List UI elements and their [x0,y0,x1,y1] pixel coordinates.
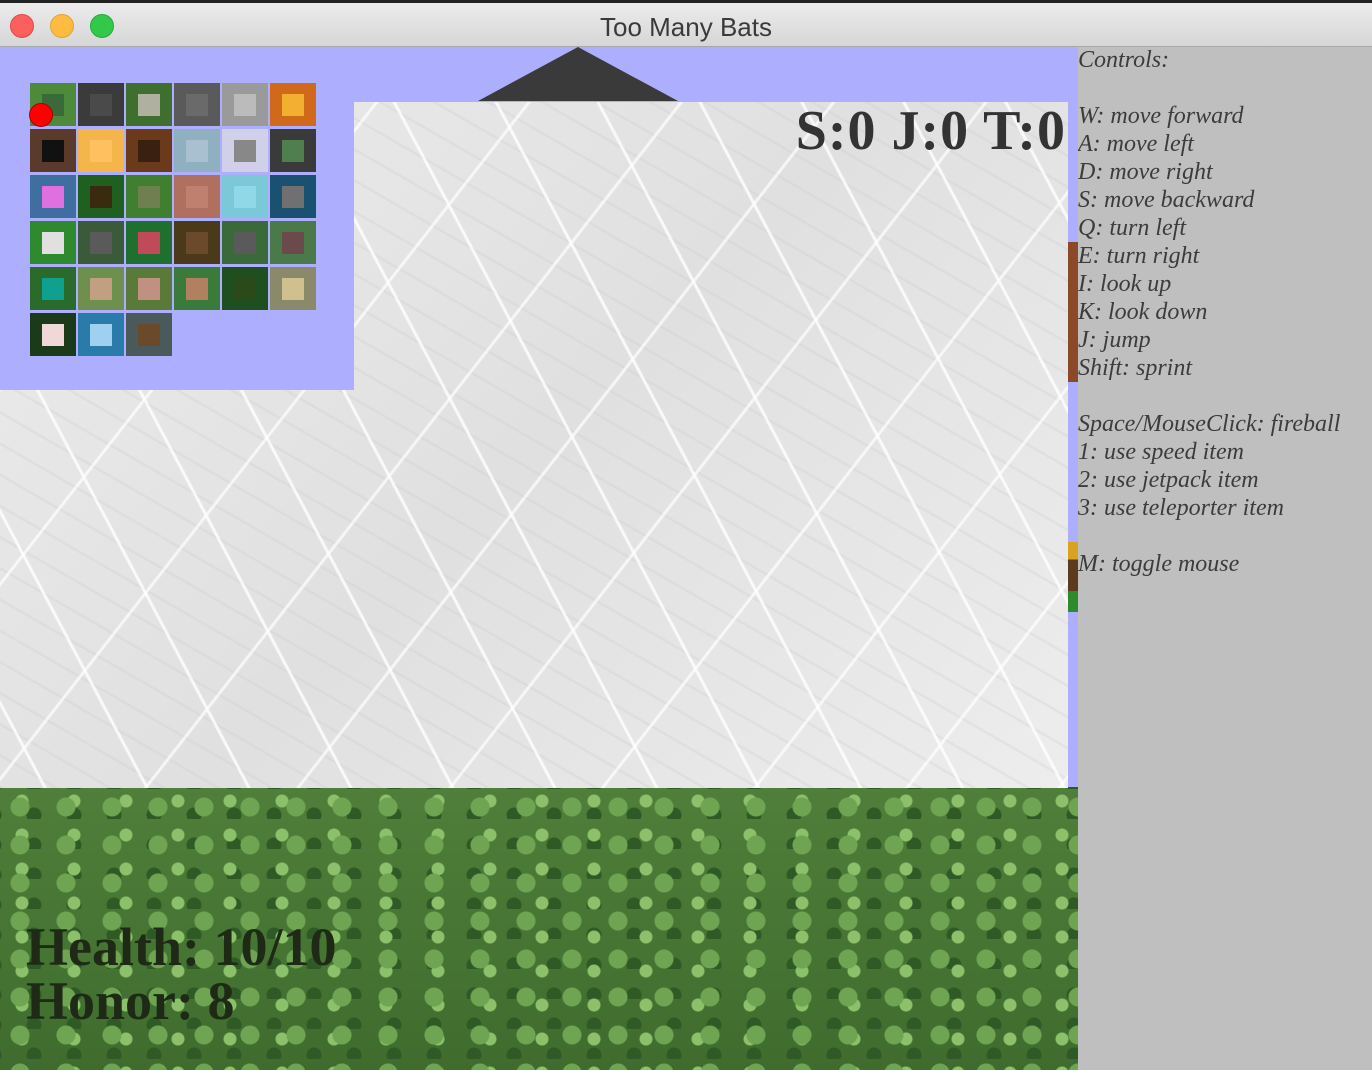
minimap-tile [174,129,220,172]
minimap-structure [90,186,112,208]
control-line: 2: use jetpack item [1078,467,1259,493]
minimap-structure [90,94,112,116]
minimap-structure [90,140,112,162]
control-line: Q: turn left [1078,215,1186,241]
control-line: 3: use teleporter item [1078,495,1284,521]
minimap-tile [126,221,172,264]
control-line: Shift: sprint [1078,355,1193,381]
minimap-tile [78,313,124,356]
minimap-structure [186,232,208,254]
minimap-tile [126,267,172,310]
item-counts: S:0 J:0 T:0 [795,100,1066,162]
minimap-tile [78,175,124,218]
window-title: Too Many Bats [600,12,772,42]
minimap [0,47,354,390]
minimap-structure [42,278,64,300]
minimap-structure [138,140,160,162]
control-line: W: move forward [1078,103,1244,129]
minimap-tile [30,313,76,356]
minimap-tile [222,175,268,218]
controls-heading: Controls: [1078,47,1170,73]
minimap-structure [234,94,256,116]
minimap-tile [222,129,268,172]
minimap-structure [90,232,112,254]
distant-roof [478,47,678,101]
minimap-tile [30,221,76,264]
minimap-tile [222,83,268,126]
minimap-tile [174,267,220,310]
control-line: E: turn right [1078,243,1200,269]
minimap-tile [78,83,124,126]
control-line: S: move backward [1078,187,1255,213]
minimap-structure [138,324,160,346]
minimap-structure [186,186,208,208]
player-marker [29,103,53,127]
minimap-tile [174,175,220,218]
minimap-structure [282,94,304,116]
minimap-structure [186,278,208,300]
minimap-structure [90,278,112,300]
minimap-tile [222,221,268,264]
control-line: D: move right [1078,159,1213,185]
minimap-structure [234,186,256,208]
controls-panel: Controls: W: move forward A: move left D… [1078,47,1372,1070]
minimap-structure [138,278,160,300]
minimap-tile [126,129,172,172]
player-stats: Health: 10/10 Honor: 8 [26,920,336,1028]
distant-object [1068,542,1078,612]
minimap-tile [126,313,172,356]
minimap-structure [42,186,64,208]
honor-label: Honor: 8 [26,971,235,1031]
health-label: Health: 10/10 [26,917,337,977]
minimap-tile [30,175,76,218]
minimap-structure [42,232,64,254]
minimap-structure [234,278,256,300]
minimap-structure [234,232,256,254]
window-titlebar: Too Many Bats [0,0,1372,47]
minimap-tile [174,83,220,126]
minimap-tile [126,175,172,218]
distant-wall-brown [1068,242,1078,382]
minimap-tile [270,175,316,218]
minimap-structure [282,232,304,254]
minimap-tile [270,83,316,126]
minimap-tile [126,83,172,126]
game-viewport[interactable]: S:0 J:0 T:0 Health: 10/10 Honor: 8 [0,47,1078,1070]
control-line: I: look up [1078,271,1172,297]
minimap-tile [222,267,268,310]
minimap-tile [78,267,124,310]
minimap-structure [138,232,160,254]
minimap-structure [42,324,64,346]
minimap-tile [270,267,316,310]
minimap-tile [78,129,124,172]
control-line: A: move left [1078,131,1194,157]
minimap-structure [186,94,208,116]
minimap-structure [234,140,256,162]
minimap-tile [30,267,76,310]
minimap-tile [270,221,316,264]
minimap-tile [270,129,316,172]
minimap-structure [282,278,304,300]
minimap-structure [90,324,112,346]
minimap-structure [282,186,304,208]
minimap-tile [30,129,76,172]
control-line: J: jump [1078,327,1151,353]
minimap-structure [138,94,160,116]
minimap-structure [42,140,64,162]
control-line: M: toggle mouse [1078,551,1240,577]
control-line: 1: use speed item [1078,439,1244,465]
control-line: Space/MouseClick: fireball [1078,411,1341,437]
minimap-tile [78,221,124,264]
minimap-structure [186,140,208,162]
control-line: K: look down [1078,299,1208,325]
minimap-tile [174,221,220,264]
minimap-structure [138,186,160,208]
minimap-structure [282,140,304,162]
